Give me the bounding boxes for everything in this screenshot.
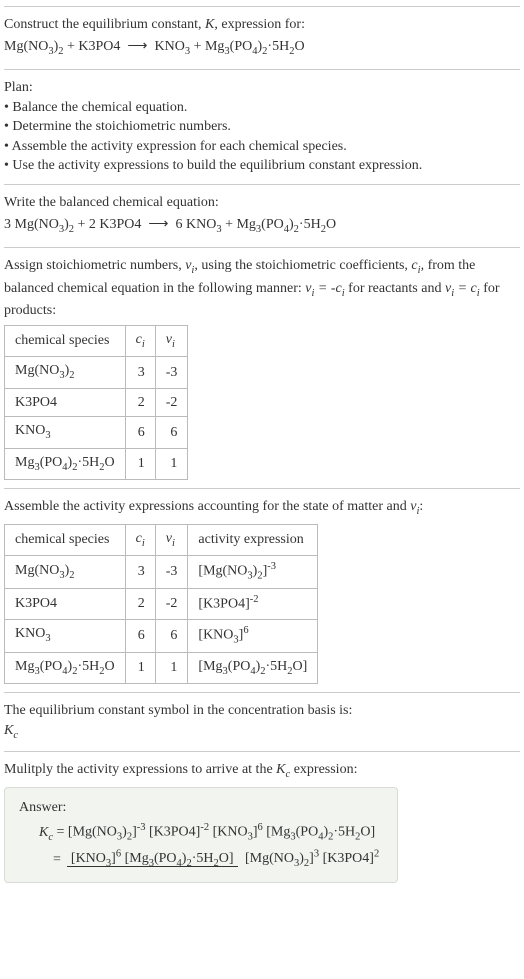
activity-t2: : <box>419 499 423 514</box>
answer-expression: Kc = [Mg(NO3)2]-3 [K3PO4]-2 [KNO3]6 [Mg3… <box>19 821 383 871</box>
cell-vi: 6 <box>155 619 188 652</box>
cell-species: Mg(NO3)2 <box>5 357 126 388</box>
fraction: [KNO3]6 [Mg3(PO4)2·5H2O] [Mg(NO3)2]3 [K3… <box>67 848 383 872</box>
balanced-equation: 3 Mg(NO3)2 + 2 K3PO4 ⟶ 6 KNO3 + Mg3(PO4)… <box>4 215 520 237</box>
cell-ci: 3 <box>125 357 155 388</box>
cell-ci: 6 <box>125 619 155 652</box>
cell-vi: -3 <box>155 357 188 388</box>
cell-expr: [KNO3]6 <box>188 619 318 652</box>
intro-section: Construct the equilibrium constant, K, e… <box>4 6 520 69</box>
cell-expr: [Mg(NO3)2]-3 <box>188 556 318 589</box>
nu-equals-neg-c: νi = -ci <box>305 281 344 296</box>
cell-vi: 1 <box>155 448 188 479</box>
activity-table: chemical species ci νi activity expressi… <box>4 524 318 685</box>
cell-species: K3PO4 <box>5 589 126 619</box>
fraction-numerator: [KNO3]6 [Mg3(PO4)2·5H2O] <box>67 851 238 867</box>
multiply-text: Mulitply the activity expressions to arr… <box>4 760 520 782</box>
kc-inline: Kc <box>276 762 290 777</box>
multiply-section: Mulitply the activity expressions to arr… <box>4 751 520 890</box>
plan-list: Balance the chemical equation. Determine… <box>4 98 520 176</box>
col-species: chemical species <box>5 325 126 356</box>
stoich-t4: for reactants and <box>345 281 445 296</box>
cell-vi: -2 <box>155 388 188 417</box>
fraction-denominator: [Mg(NO3)2]3 [K3PO4]2 <box>241 851 383 866</box>
table-row: Mg3(PO4)2·5H2O 1 1 [Mg3(PO4)2·5H2O] <box>5 652 318 683</box>
table-row: Mg(NO3)2 3 -3 [Mg(NO3)2]-3 <box>5 556 318 589</box>
cell-ci: 6 <box>125 417 155 448</box>
cell-vi: 1 <box>155 652 188 683</box>
symbol-text: The equilibrium constant symbol in the c… <box>4 701 520 721</box>
cell-species: Mg3(PO4)2·5H2O <box>5 448 126 479</box>
cell-species: Mg3(PO4)2·5H2O <box>5 652 126 683</box>
balanced-heading: Write the balanced chemical equation: <box>4 193 520 213</box>
cell-species: K3PO4 <box>5 388 126 417</box>
cell-ci: 3 <box>125 556 155 589</box>
cell-vi: 6 <box>155 417 188 448</box>
table-row: KNO3 6 6 <box>5 417 188 448</box>
plan-item: Determine the stoichiometric numbers. <box>4 117 520 137</box>
multiply-t2: expression: <box>290 762 357 777</box>
kc-line-1: Kc = [Mg(NO3)2]-3 [K3PO4]-2 [KNO3]6 [Mg3… <box>39 821 383 845</box>
cell-vi: -3 <box>155 556 188 589</box>
stoich-t1: Assign stoichiometric numbers, <box>4 258 185 273</box>
col-species: chemical species <box>5 524 126 555</box>
col-ci: ci <box>125 524 155 555</box>
cell-ci: 2 <box>125 589 155 619</box>
cell-ci: 2 <box>125 388 155 417</box>
k-symbol: K <box>205 17 214 32</box>
cell-ci: 1 <box>125 652 155 683</box>
cell-species: KNO3 <box>5 417 126 448</box>
col-vi: νi <box>155 325 188 356</box>
answer-label: Answer: <box>19 798 383 818</box>
plan-section: Plan: Balance the chemical equation. Det… <box>4 69 520 184</box>
activity-section: Assemble the activity expressions accoun… <box>4 488 520 692</box>
symbol-section: The equilibrium constant symbol in the c… <box>4 692 520 751</box>
col-ci: ci <box>125 325 155 356</box>
table-row: KNO3 6 6 [KNO3]6 <box>5 619 318 652</box>
col-vi: νi <box>155 524 188 555</box>
plan-item: Use the activity expressions to build th… <box>4 156 520 176</box>
kc-line-2: = [KNO3]6 [Mg3(PO4)2·5H2O] [Mg(NO3)2]3 [… <box>39 848 383 872</box>
table-header-row: chemical species ci νi activity expressi… <box>5 524 318 555</box>
nu-equals-c: νi = ci <box>445 281 480 296</box>
cell-species: Mg(NO3)2 <box>5 556 126 589</box>
plan-item: Balance the chemical equation. <box>4 98 520 118</box>
answer-box: Answer: Kc = [Mg(NO3)2]-3 [K3PO4]-2 [KNO… <box>4 787 398 883</box>
intro-text-1: Construct the equilibrium constant, <box>4 17 205 32</box>
table-row: K3PO4 2 -2 <box>5 388 188 417</box>
cell-expr: [K3PO4]-2 <box>188 589 318 619</box>
activity-t1: Assemble the activity expressions accoun… <box>4 499 410 514</box>
cell-ci: 1 <box>125 448 155 479</box>
table-row: Mg(NO3)2 3 -3 <box>5 357 188 388</box>
stoich-table: chemical species ci νi Mg(NO3)2 3 -3 K3P… <box>4 325 188 481</box>
stoich-t2: , using the stoichiometric coefficients, <box>194 258 411 273</box>
cell-expr: [Mg3(PO4)2·5H2O] <box>188 652 318 683</box>
table-header-row: chemical species ci νi <box>5 325 188 356</box>
balanced-section: Write the balanced chemical equation: 3 … <box>4 184 520 247</box>
cell-vi: -2 <box>155 589 188 619</box>
table-row: Mg3(PO4)2·5H2O 1 1 <box>5 448 188 479</box>
stoich-section: Assign stoichiometric numbers, νi, using… <box>4 247 520 488</box>
cell-species: KNO3 <box>5 619 126 652</box>
multiply-t1: Mulitply the activity expressions to arr… <box>4 762 276 777</box>
nu-i: νi <box>185 258 194 273</box>
activity-text: Assemble the activity expressions accoun… <box>4 497 520 519</box>
col-expr: activity expression <box>188 524 318 555</box>
plan-item: Assemble the activity expression for eac… <box>4 137 520 157</box>
intro-line: Construct the equilibrium constant, K, e… <box>4 15 520 35</box>
kc-symbol: Kc <box>4 721 520 743</box>
unbalanced-equation: Mg(NO3)2 + K3PO4 ⟶ KNO3 + Mg3(PO4)2·5H2O <box>4 37 520 59</box>
intro-text-2: , expression for: <box>214 17 305 32</box>
plan-heading: Plan: <box>4 78 520 98</box>
stoich-text: Assign stoichiometric numbers, νi, using… <box>4 256 520 321</box>
c-i: ci <box>411 258 420 273</box>
table-row: K3PO4 2 -2 [K3PO4]-2 <box>5 589 318 619</box>
